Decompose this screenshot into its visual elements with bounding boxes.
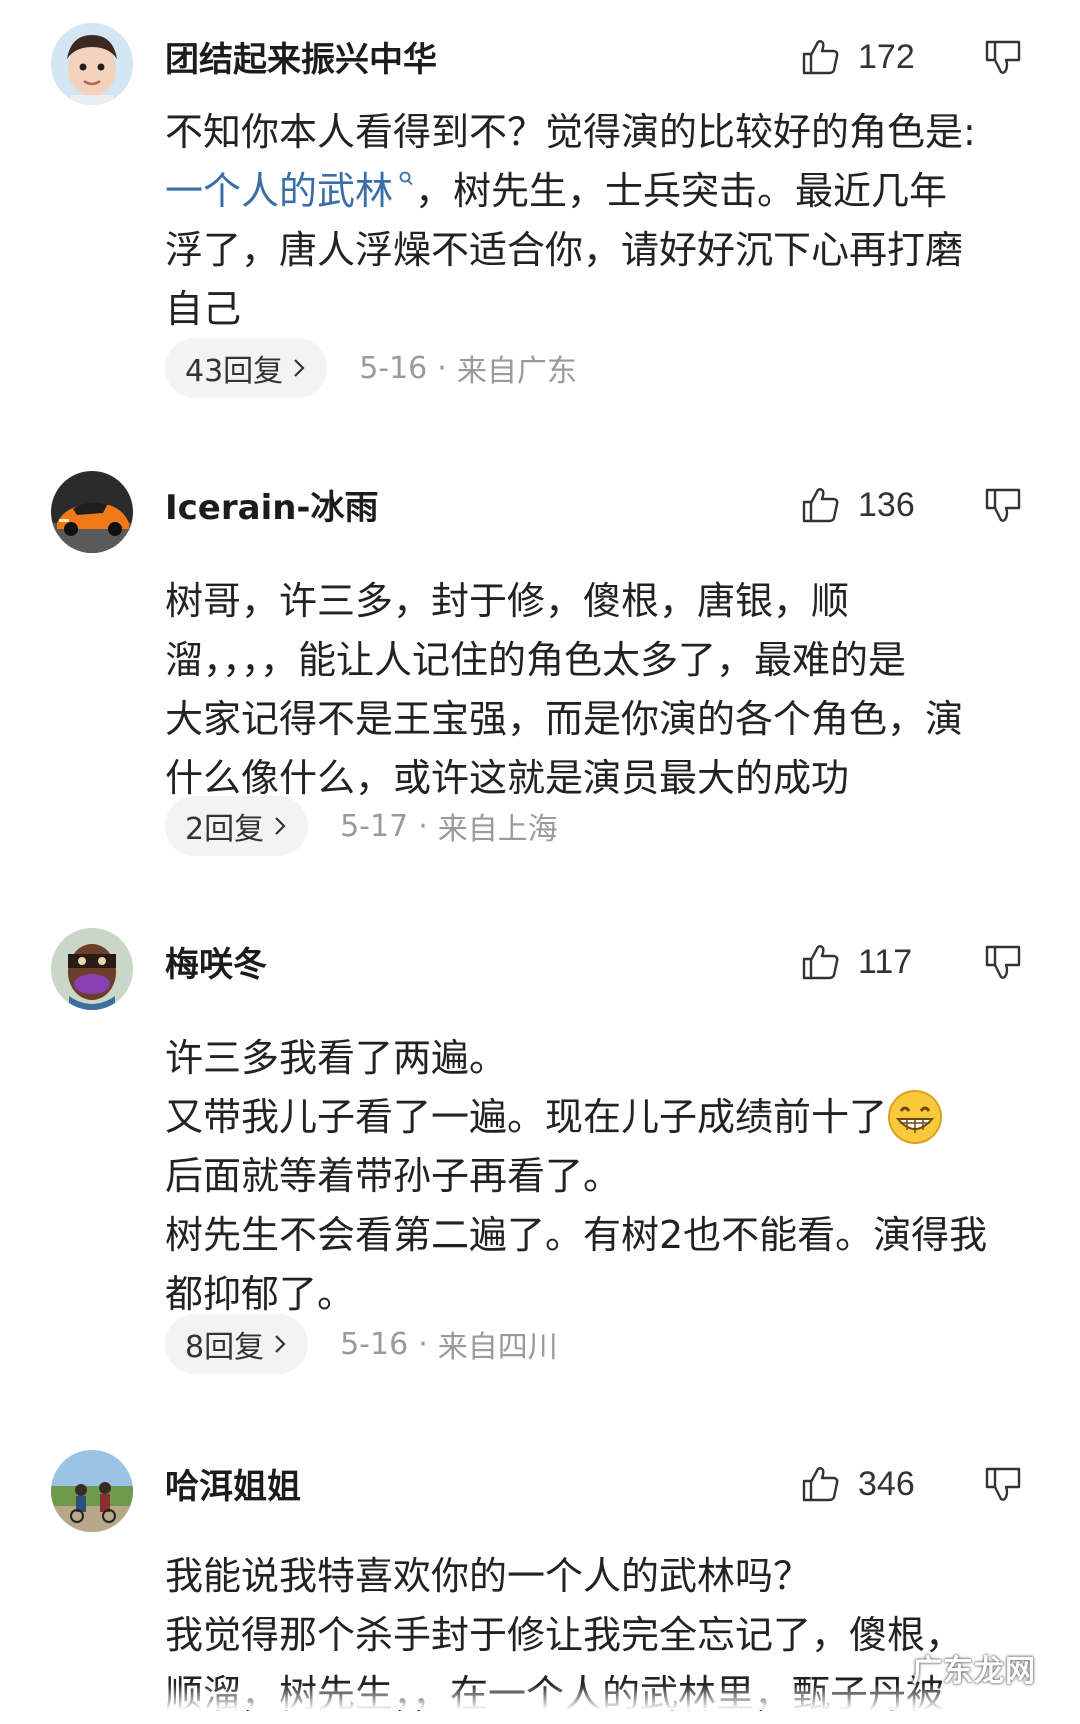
like-count: 172 — [858, 38, 915, 76]
comment-line: 我觉得那个杀手封于修让我完全忘记了，傻根， — [165, 1613, 964, 1657]
username[interactable]: 梅咲冬 — [165, 943, 267, 987]
like-button[interactable]: 136 — [800, 482, 915, 528]
like-button[interactable]: 117 — [800, 939, 912, 985]
comment-meta: 2回复 5-17 · 来自上海 — [165, 796, 558, 856]
comment-line: 自己 — [165, 287, 242, 331]
comment-line: 溜，，，，能让人记住的角色太多了，最难的是 — [165, 638, 907, 682]
username[interactable]: Icerain-冰雨 — [165, 486, 379, 530]
comment-meta: 8回复 5-16 · 来自四川 — [165, 1314, 558, 1374]
watermark: 广东龙网 — [912, 1654, 1036, 1689]
replies-label: 43回复 — [185, 354, 284, 389]
avatar[interactable] — [51, 1450, 133, 1532]
comment-location: 来自四川 — [437, 1330, 558, 1365]
thumbs-down-icon[interactable] — [983, 486, 1023, 526]
thumbs-up-icon[interactable] — [800, 37, 840, 77]
replies-label: 2回复 — [185, 812, 265, 847]
comment-meta: 43回复 5-16 · 来自广东 — [165, 338, 577, 398]
like-count: 346 — [858, 1465, 915, 1503]
replies-button[interactable]: 2回复 — [165, 796, 309, 856]
thumbs-down-icon[interactable] — [983, 38, 1023, 78]
chevron-right-icon — [275, 1335, 286, 1353]
meta-separator: · — [418, 1326, 428, 1362]
comment-line: 不知你本人看得到不？觉得演的比较好的角色是: — [165, 110, 976, 154]
comment-line: 又带我儿子看了一遍。现在儿子成绩前十了 — [165, 1088, 1040, 1147]
like-button[interactable]: 346 — [800, 1461, 915, 1507]
thumbs-up-icon[interactable] — [800, 1464, 840, 1504]
replies-label: 8回复 — [185, 1330, 265, 1365]
grinning-face-emoji — [888, 1089, 943, 1144]
search-link[interactable]: 一个人的武林 — [165, 169, 393, 213]
comment-line: 树哥，许三多，封于修，傻根，唐银，顺 — [165, 579, 850, 623]
avatar[interactable] — [51, 23, 133, 105]
avatar[interactable] — [51, 928, 133, 1010]
comment-text: 不知你本人看得到不？觉得演的比较好的角色是: 一个人的武林 ，树先生，士兵突击。最… — [165, 103, 1040, 339]
comment-line-rest: ，树先生，士兵突击。最近几年 — [415, 169, 948, 213]
chevron-right-icon — [275, 817, 286, 835]
like-count: 136 — [858, 486, 915, 524]
meta-separator: · — [437, 350, 447, 386]
comment-location: 来自上海 — [437, 812, 558, 847]
comment-text: 许三多我看了两遍。 又带我儿子看了一遍。现在儿子成绩前十了 后面就等着带孙子再看… — [165, 1029, 1040, 1324]
search-icon[interactable] — [397, 170, 415, 188]
thumbs-up-icon[interactable] — [800, 942, 840, 982]
thumbs-down-icon[interactable] — [983, 1465, 1023, 1505]
replies-button[interactable]: 43回复 — [165, 338, 328, 398]
meta-separator: · — [418, 808, 428, 844]
avatar[interactable] — [51, 471, 133, 553]
comment-text: 树哥，许三多，封于修，傻根，唐银，顺 溜，，，，能让人记住的角色太多了，最难的是… — [165, 572, 1040, 808]
comment-line: 我能说我特喜欢你的一个人的武林吗？ — [165, 1554, 812, 1598]
comment-date: 5-16 — [359, 350, 428, 386]
like-count: 117 — [858, 943, 913, 981]
comment-line: 树先生不会看第二遍了。有树2也不能看。演得我 — [165, 1213, 988, 1257]
comment-line: 大家记得不是王宝强，而是你演的各个角色，演 — [165, 697, 964, 741]
thumbs-up-icon[interactable] — [800, 485, 840, 525]
like-button[interactable]: 172 — [800, 34, 915, 80]
replies-button[interactable]: 8回复 — [165, 1314, 309, 1374]
comment-line: 一个人的武林 ，树先生，士兵突击。最近几年 — [165, 162, 1040, 221]
username[interactable]: 团结起来振兴中华 — [165, 38, 437, 82]
comment-location: 来自广东 — [456, 354, 577, 389]
comment-date: 5-16 — [340, 1326, 409, 1362]
comment-line: 浮了，唐人浮燥不适合你，请好好沉下心再打磨 — [165, 228, 964, 272]
comment-line: 后面就等着带孙子再看了。 — [165, 1154, 622, 1198]
chevron-right-icon — [294, 359, 305, 377]
comment-line-text: 又带我儿子看了一遍。现在儿子成绩前十了 — [165, 1095, 888, 1139]
comment-line: 许三多我看了两遍。 — [165, 1036, 508, 1080]
username[interactable]: 哈洱姐姐 — [165, 1465, 301, 1509]
thumbs-down-icon[interactable] — [983, 943, 1023, 983]
comment-date: 5-17 — [340, 808, 409, 844]
